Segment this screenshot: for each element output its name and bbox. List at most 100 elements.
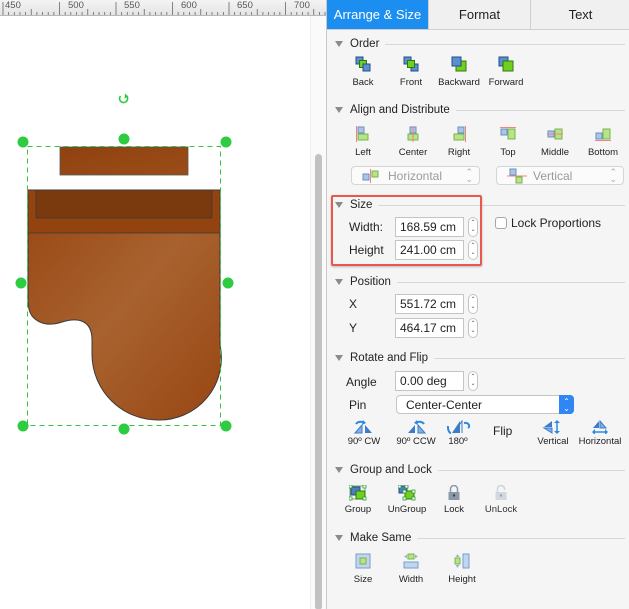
- drawing-canvas[interactable]: 450 500 550 600 650 700: [0, 0, 326, 609]
- scrollbar-thumb[interactable]: [315, 154, 322, 609]
- rotate-180-button[interactable]: 180º: [430, 420, 486, 447]
- resize-handle-bottom-left[interactable]: [17, 420, 29, 432]
- ruler-label: 700: [294, 0, 310, 11]
- x-stepper[interactable]: ⌃ ⌄: [468, 294, 478, 314]
- align-middle-icon: [547, 128, 563, 140]
- position-section-header[interactable]: Position: [335, 275, 625, 289]
- piano-keyboard: [35, 189, 213, 219]
- resize-handle-bottom-right[interactable]: [220, 420, 232, 432]
- align-section-header[interactable]: Align and Distribute: [335, 103, 625, 117]
- divider: [417, 537, 625, 539]
- button-label: Forward: [488, 77, 524, 88]
- width-input[interactable]: 168.59 cm: [395, 217, 464, 237]
- divider: [437, 469, 625, 471]
- pin-select[interactable]: Center-Center ⌃ ⌄: [396, 395, 574, 414]
- rotate-cw-button[interactable]: 90º CW: [336, 420, 392, 447]
- distribute-vertical-select[interactable]: Vertical ⌃ ⌄: [496, 166, 624, 185]
- select-value: Vertical: [533, 168, 573, 183]
- lock-proportions-checkbox[interactable]: [495, 217, 507, 229]
- button-label: Right: [447, 147, 471, 158]
- rotate-ccw-icon: [408, 420, 427, 434]
- y-label: Y: [349, 321, 358, 335]
- angle-stepper[interactable]: ⌃ ⌄: [468, 371, 478, 391]
- updown-arrows-icon: ⌃ ⌄: [465, 167, 473, 184]
- resize-handle-top[interactable]: [118, 133, 130, 145]
- align-right-icon: [453, 126, 466, 142]
- flip-horizontal-icon: [592, 420, 608, 434]
- resize-handle-left[interactable]: [15, 277, 27, 289]
- same-width-icon: [403, 553, 419, 569]
- x-input[interactable]: 551.72 cm: [395, 294, 464, 314]
- distribute-horizontal-select[interactable]: Horizontal ⌃ ⌄: [351, 166, 480, 185]
- divider: [455, 109, 625, 111]
- send-to-back-icon: [355, 56, 371, 72]
- y-stepper[interactable]: ⌃ ⌄: [468, 318, 478, 338]
- section-title: Order: [350, 38, 380, 50]
- tab-format[interactable]: Format: [429, 0, 531, 29]
- align-left-button[interactable]: Left: [335, 126, 391, 158]
- pin-label: Pin: [349, 398, 367, 412]
- divider: [378, 204, 625, 206]
- divider: [434, 357, 625, 359]
- same-height-button[interactable]: Height: [434, 553, 490, 585]
- divider: [385, 43, 625, 45]
- flip-horizontal-button[interactable]: Horizontal: [572, 420, 628, 447]
- section-title: Rotate and Flip: [350, 352, 428, 364]
- properties-panel: Arrange & Size Format Text Order Back Fr…: [326, 0, 629, 609]
- group-section-header[interactable]: Group and Lock: [335, 463, 625, 477]
- button-label: UnGroup: [387, 504, 427, 515]
- disclosure-triangle-icon: [335, 467, 343, 473]
- disclosure-triangle-icon: [335, 107, 343, 113]
- bring-forward-icon: [498, 56, 514, 72]
- height-stepper[interactable]: ⌃ ⌄: [468, 240, 478, 260]
- tab-text[interactable]: Text: [531, 0, 629, 29]
- disclosure-triangle-icon: [335, 355, 343, 361]
- resize-handle-right[interactable]: [222, 277, 234, 289]
- resize-handle-bottom[interactable]: [118, 423, 130, 435]
- rotate-handle[interactable]: [118, 93, 129, 104]
- same-width-button[interactable]: Width: [383, 553, 439, 585]
- divider: [396, 281, 625, 283]
- width-stepper[interactable]: ⌃ ⌄: [468, 217, 478, 237]
- panel-tabs: Arrange & Size Format Text: [327, 0, 629, 30]
- order-section-header[interactable]: Order: [335, 37, 625, 51]
- resize-handle-top-left[interactable]: [17, 136, 29, 148]
- rotate-180-icon: [446, 420, 470, 434]
- ungroup-icon: [398, 485, 416, 501]
- updown-arrows-icon: ⌃ ⌄: [609, 167, 617, 184]
- lock-icon: [448, 485, 460, 500]
- unlock-button[interactable]: UnLock: [473, 485, 529, 515]
- section-title: Make Same: [350, 532, 412, 544]
- ruler-label: 650: [237, 0, 253, 11]
- rotate-section-header[interactable]: Rotate and Flip: [335, 351, 625, 365]
- canvas-drawing: [15, 93, 234, 435]
- group-icon: [349, 485, 367, 501]
- button-label: Front: [399, 77, 423, 88]
- button-label: Size: [353, 574, 373, 585]
- align-bottom-button[interactable]: Bottom: [575, 126, 629, 158]
- disclosure-triangle-icon: [335, 202, 343, 208]
- resize-handle-top-right[interactable]: [220, 136, 232, 148]
- unlock-icon: [495, 485, 507, 500]
- align-left-icon: [356, 126, 369, 142]
- ruler-ticks: [2, 2, 326, 15]
- select-value: Horizontal: [388, 168, 443, 183]
- align-right-button[interactable]: Right: [431, 126, 487, 158]
- piano-bench[interactable]: [59, 146, 189, 176]
- y-input[interactable]: 464.17 cm: [395, 318, 464, 338]
- angle-input[interactable]: 0.00 deg: [395, 371, 464, 391]
- button-label: Horizontal: [578, 436, 622, 447]
- tab-arrange-size[interactable]: Arrange & Size: [327, 0, 429, 29]
- bring-forward-button[interactable]: Forward: [478, 56, 534, 88]
- height-input[interactable]: 241.00 cm: [395, 240, 464, 260]
- width-label: Width:: [349, 220, 384, 234]
- x-label: X: [349, 297, 358, 311]
- make-same-section-header[interactable]: Make Same: [335, 531, 625, 545]
- button-label: Width: [398, 574, 424, 585]
- ruler-label: 450: [5, 0, 21, 11]
- select-value: Center-Center: [406, 397, 483, 412]
- button-label: Backward: [438, 77, 480, 88]
- group-button[interactable]: Group: [330, 485, 386, 515]
- vertical-scrollbar[interactable]: [310, 16, 326, 609]
- size-section-header[interactable]: Size: [335, 198, 625, 212]
